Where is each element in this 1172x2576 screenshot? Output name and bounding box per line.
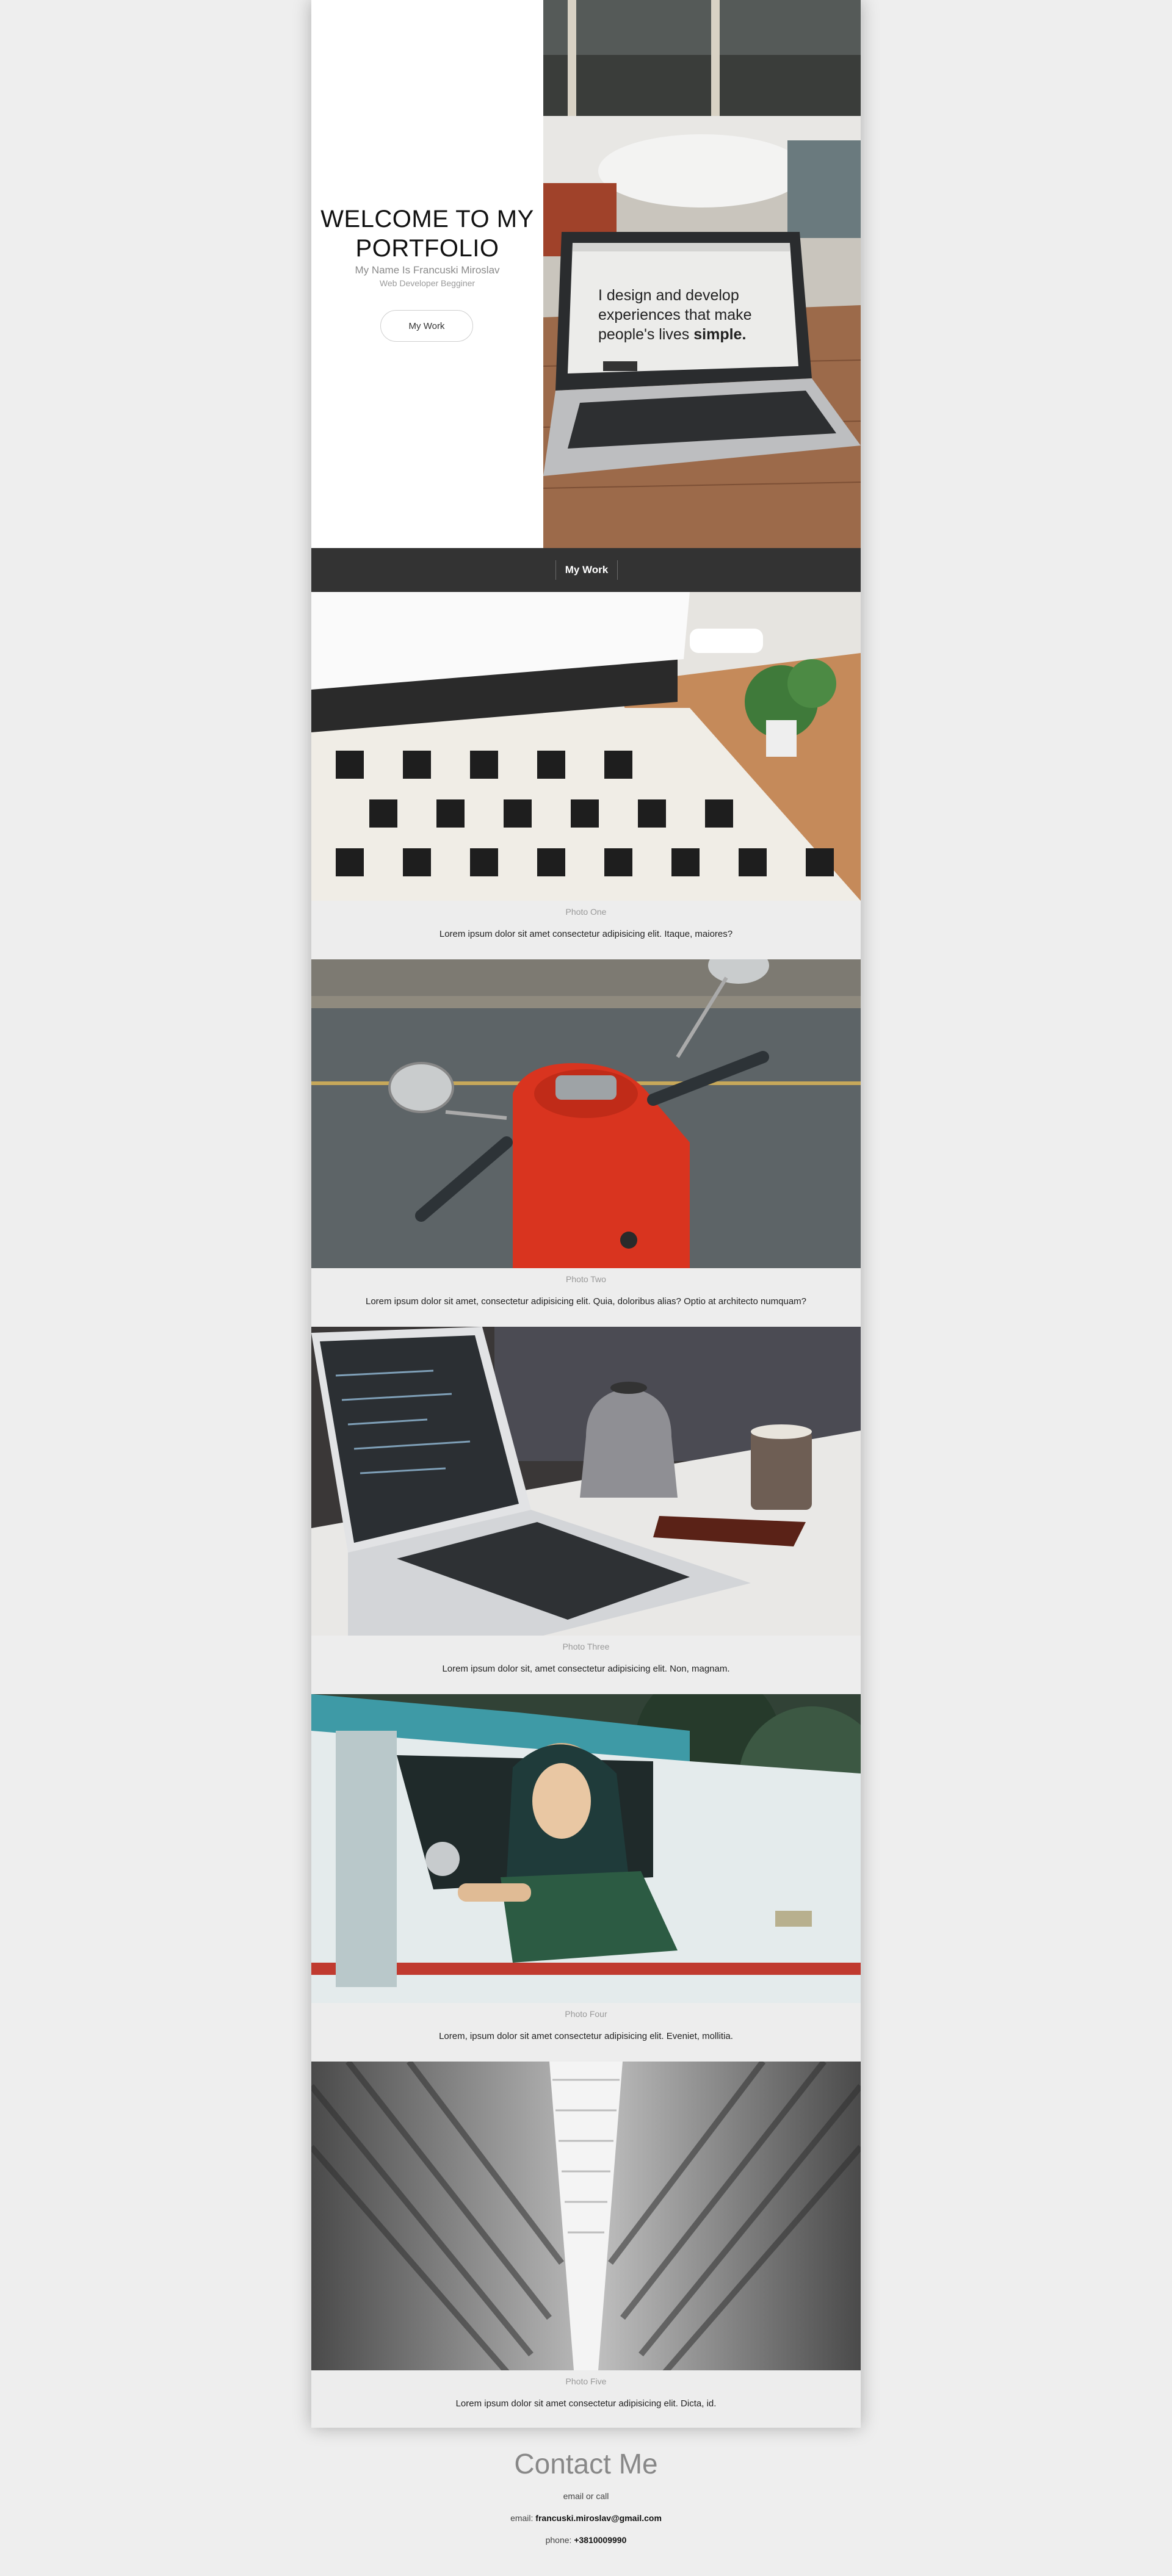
work-item-2-title: Photo Two bbox=[566, 1274, 606, 1284]
woman-truck-photo[interactable] bbox=[311, 1694, 861, 2003]
work-item-1-title: Photo One bbox=[565, 907, 607, 917]
work-item-4-desc: Lorem, ipsum dolor sit amet consectetur … bbox=[439, 2031, 733, 2041]
my-work-button[interactable]: My Work bbox=[380, 310, 473, 342]
contact-phone-label: phone: bbox=[545, 2535, 574, 2545]
work-item-5-desc: Lorem ipsum dolor sit amet consectetur a… bbox=[455, 2398, 717, 2409]
contact-email-link[interactable]: francuski.miroslav@gmail.com bbox=[535, 2513, 662, 2523]
work-item-4-title: Photo Four bbox=[565, 2009, 607, 2019]
work-item-1-desc: Lorem ipsum dolor sit amet consectetur a… bbox=[439, 929, 733, 939]
hero-text-panel: WELCOME TO MY PORTFOLIO My Name Is Franc… bbox=[311, 0, 543, 548]
work-item-4: Photo Four Lorem, ipsum dolor sit amet c… bbox=[311, 1694, 861, 2062]
work-item-1: Photo One Lorem ipsum dolor sit amet con… bbox=[311, 592, 861, 959]
work-item-3: Photo Three Lorem ipsum dolor sit, amet … bbox=[311, 1327, 861, 1694]
contact-phone-link[interactable]: +3810009990 bbox=[574, 2535, 626, 2545]
architecture-photo[interactable] bbox=[311, 2062, 861, 2370]
laptop-screen-line3-bold: simple. bbox=[693, 326, 746, 343]
work-item-3-title: Photo Three bbox=[562, 1642, 610, 1651]
portfolio-page: WELCOME TO MY PORTFOLIO My Name Is Franc… bbox=[311, 0, 861, 2428]
work-item-3-desc: Lorem ipsum dolor sit, amet consectetur … bbox=[442, 1664, 730, 1674]
contact-email-line: email: francuski.miroslav@gmail.com bbox=[0, 2513, 1172, 2523]
nav-item-my-work[interactable]: My Work bbox=[555, 560, 618, 580]
laptop-kettle-photo[interactable] bbox=[311, 1327, 861, 1636]
contact-phone-line: phone: +3810009990 bbox=[0, 2535, 1172, 2545]
work-item-2: Photo Two Lorem ipsum dolor sit amet, co… bbox=[311, 959, 861, 1327]
laptop-screen-line3: people's lives bbox=[598, 326, 693, 343]
contact-title: Contact Me bbox=[514, 2448, 658, 2480]
work-item-2-desc: Lorem ipsum dolor sit amet, consectetur … bbox=[365, 1296, 807, 1307]
laptop-screen-line1: I design and develop bbox=[598, 287, 739, 304]
bedroom-rug-photo[interactable] bbox=[311, 592, 861, 901]
hero-role: Web Developer Begginer bbox=[379, 278, 476, 288]
hero-section: WELCOME TO MY PORTFOLIO My Name Is Franc… bbox=[311, 0, 861, 548]
laptop-screen-line2: experiences that make bbox=[598, 306, 752, 323]
top-nav-bar: My Work bbox=[311, 548, 861, 592]
contact-email-label: email: bbox=[510, 2513, 536, 2523]
svg-text:people's lives simple.: people's lives simple. bbox=[598, 326, 746, 343]
work-item-5: Photo Five Lorem ipsum dolor sit amet co… bbox=[311, 2062, 861, 2429]
contact-subtitle: email or call bbox=[563, 2491, 609, 2501]
hero-laptop-photo: I design and develop experiences that ma… bbox=[543, 0, 861, 548]
hero-title: WELCOME TO MY PORTFOLIO bbox=[320, 206, 534, 262]
work-item-5-title: Photo Five bbox=[565, 2376, 607, 2386]
hero-name: My Name Is Francuski Miroslav bbox=[355, 264, 500, 276]
red-scooter-photo[interactable] bbox=[311, 959, 861, 1268]
